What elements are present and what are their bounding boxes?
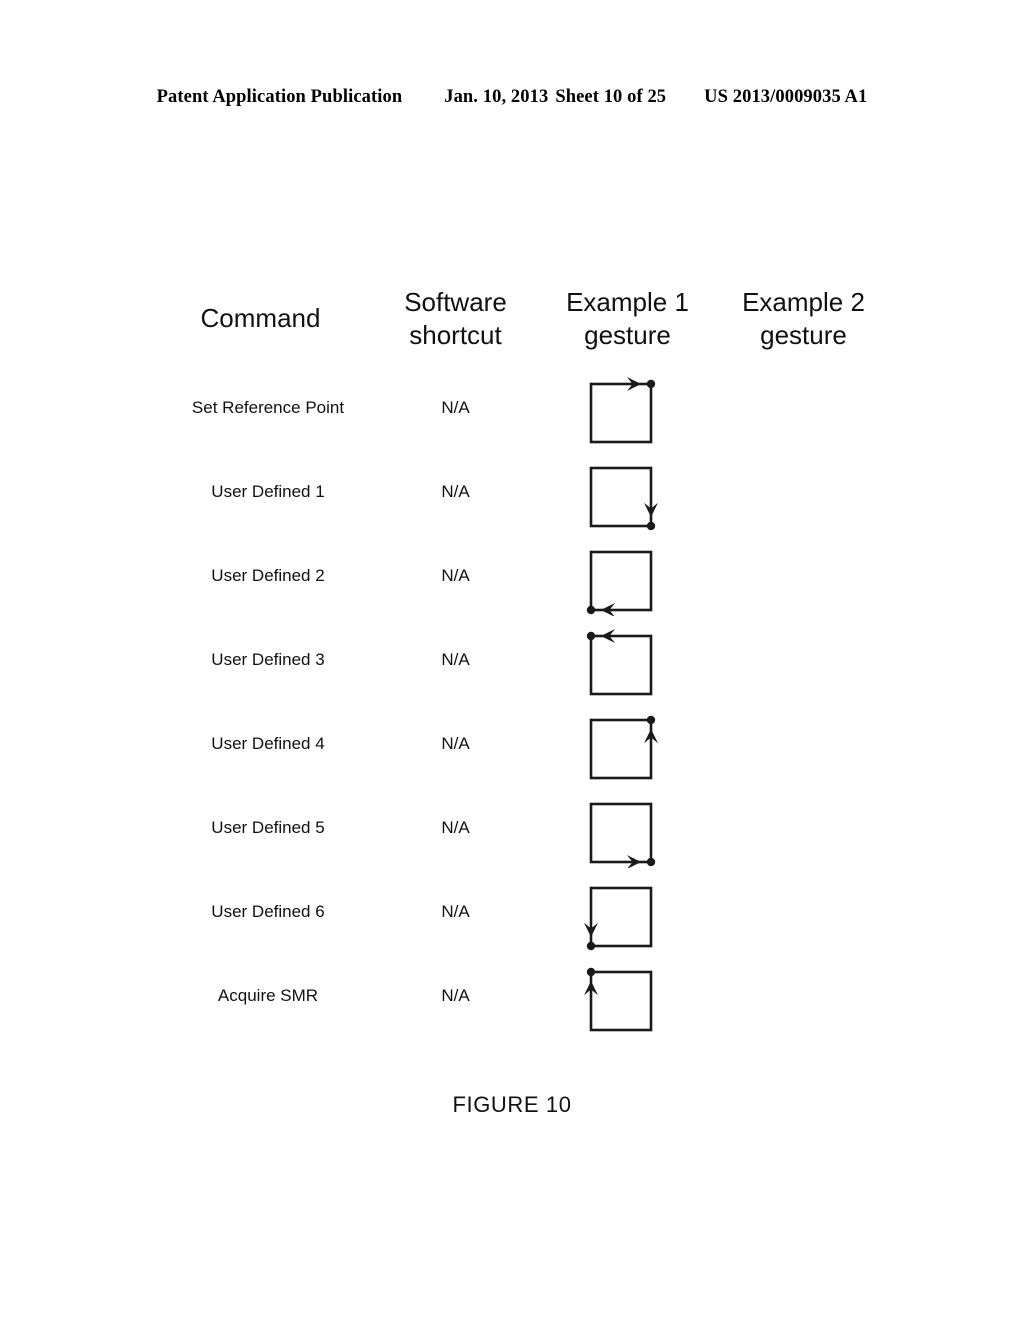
cell-example-2-gesture — [718, 370, 893, 448]
cell-software-shortcut: N/A — [441, 650, 470, 669]
gesture-endpoint-dot — [586, 967, 596, 977]
column-header-example2-line1: Example 2 — [742, 287, 865, 317]
table-row: User Defined 1 N/A — [168, 448, 868, 532]
cell-software-shortcut: N/A — [441, 398, 470, 417]
gesture-endpoint-dot — [586, 631, 596, 641]
gesture-glyph-container — [718, 958, 893, 1036]
gesture-glyph-container — [543, 538, 718, 616]
column-header-software-shortcut: Software shortcut — [368, 286, 543, 352]
gesture-square-path — [589, 550, 653, 612]
gesture-command-table: Command Software shortcut Example 1 gest… — [168, 278, 868, 1036]
gesture-endpoint-dot — [586, 605, 596, 615]
cell-software-shortcut: N/A — [441, 902, 470, 921]
table-row: Acquire SMR N/A — [168, 952, 868, 1036]
gesture-square-path — [589, 382, 653, 444]
cell-software-shortcut: N/A — [441, 734, 470, 753]
gesture-glyph-top-left — [586, 629, 653, 696]
column-header-example-1-gesture: Example 1 gesture — [540, 286, 715, 352]
cell-example-2-gesture — [718, 790, 893, 868]
cell-example-2-gesture — [718, 454, 893, 532]
column-header-example1-line2: gesture — [584, 320, 671, 350]
gesture-glyph-container — [543, 454, 718, 532]
gesture-square-path — [589, 718, 653, 780]
cell-command: Acquire SMR — [217, 986, 319, 1005]
column-header-shortcut-line2: shortcut — [409, 320, 502, 350]
cell-software-shortcut: N/A — [441, 818, 470, 837]
gesture-square-path — [589, 802, 653, 864]
table-row: User Defined 2 N/A — [168, 532, 868, 616]
gesture-glyph-container — [718, 622, 893, 700]
cell-example-2-gesture — [718, 958, 893, 1036]
gesture-glyph-container — [718, 706, 893, 784]
cell-example-2-gesture — [718, 538, 893, 616]
column-header-command-label: Command — [200, 303, 321, 333]
gesture-glyph-bottom-left — [586, 550, 653, 616]
gesture-square-path — [589, 886, 653, 948]
gesture-glyph-container — [543, 790, 718, 868]
gesture-glyph-right-up — [589, 715, 658, 780]
cell-example-1-gesture — [543, 454, 718, 532]
gesture-glyph-container — [718, 454, 893, 532]
gesture-endpoint-dot — [646, 521, 656, 531]
gesture-endpoint-dot — [586, 941, 596, 951]
gesture-glyph-container — [718, 874, 893, 952]
gesture-glyph-container — [718, 790, 893, 868]
gesture-endpoint-dot — [646, 379, 656, 389]
cell-example-1-gesture — [543, 706, 718, 784]
cell-example-1-gesture — [543, 538, 718, 616]
table-row: User Defined 4 N/A — [168, 700, 868, 784]
cell-command: User Defined 6 — [211, 902, 325, 921]
figure-10: Command Software shortcut Example 1 gest… — [0, 0, 1024, 1320]
gesture-endpoint-dot — [646, 715, 656, 725]
cell-example-1-gesture — [543, 958, 718, 1036]
gesture-glyph-container — [718, 370, 893, 448]
cell-command: User Defined 1 — [211, 482, 325, 501]
cell-example-1-gesture — [543, 370, 718, 448]
gesture-square-path — [589, 970, 653, 1032]
cell-command: Set Reference Point — [191, 398, 345, 417]
gesture-glyph-container — [543, 874, 718, 952]
gesture-endpoint-dot — [646, 857, 656, 867]
gesture-glyph-bottom-right — [589, 802, 656, 868]
figure-caption: FIGURE 10 — [452, 1092, 572, 1117]
table-body: Set Reference Point N/A User Defined 1 N/A U… — [168, 364, 868, 1036]
gesture-glyph-container — [543, 958, 718, 1036]
table-row: User Defined 5 N/A — [168, 784, 868, 868]
table-header-row: Command Software shortcut Example 1 gest… — [168, 278, 868, 364]
cell-software-shortcut: N/A — [441, 482, 470, 501]
gesture-glyph-container — [543, 706, 718, 784]
column-header-shortcut-line1: Software — [404, 287, 507, 317]
gesture-square-path — [589, 634, 653, 696]
cell-command: User Defined 5 — [211, 818, 325, 837]
cell-example-2-gesture — [718, 706, 893, 784]
cell-example-2-gesture — [718, 622, 893, 700]
gesture-square-path — [589, 466, 653, 528]
gesture-glyph-left-up — [584, 967, 653, 1032]
cell-command: User Defined 3 — [211, 650, 325, 669]
table-row: User Defined 6 N/A — [168, 868, 868, 952]
cell-example-1-gesture — [543, 874, 718, 952]
cell-example-2-gesture — [718, 874, 893, 952]
cell-software-shortcut: N/A — [441, 986, 470, 1005]
table-row: Set Reference Point N/A — [168, 364, 868, 448]
gesture-glyph-container — [718, 538, 893, 616]
gesture-glyph-left-down — [584, 886, 653, 951]
cell-example-1-gesture — [543, 790, 718, 868]
cell-example-1-gesture — [543, 622, 718, 700]
table-row: User Defined 3 N/A — [168, 616, 868, 700]
gesture-glyph-container — [543, 622, 718, 700]
column-header-command: Command — [168, 302, 353, 335]
cell-software-shortcut: N/A — [441, 566, 470, 585]
column-header-example-2-gesture: Example 2 gesture — [716, 286, 891, 352]
column-header-example2-line2: gesture — [760, 320, 847, 350]
gesture-glyph-top-right — [589, 377, 656, 444]
cell-command: User Defined 2 — [211, 566, 325, 585]
gesture-glyph-container — [543, 370, 718, 448]
column-header-example1-line1: Example 1 — [566, 287, 689, 317]
cell-command: User Defined 4 — [211, 734, 325, 753]
gesture-glyph-right-down — [589, 466, 658, 531]
